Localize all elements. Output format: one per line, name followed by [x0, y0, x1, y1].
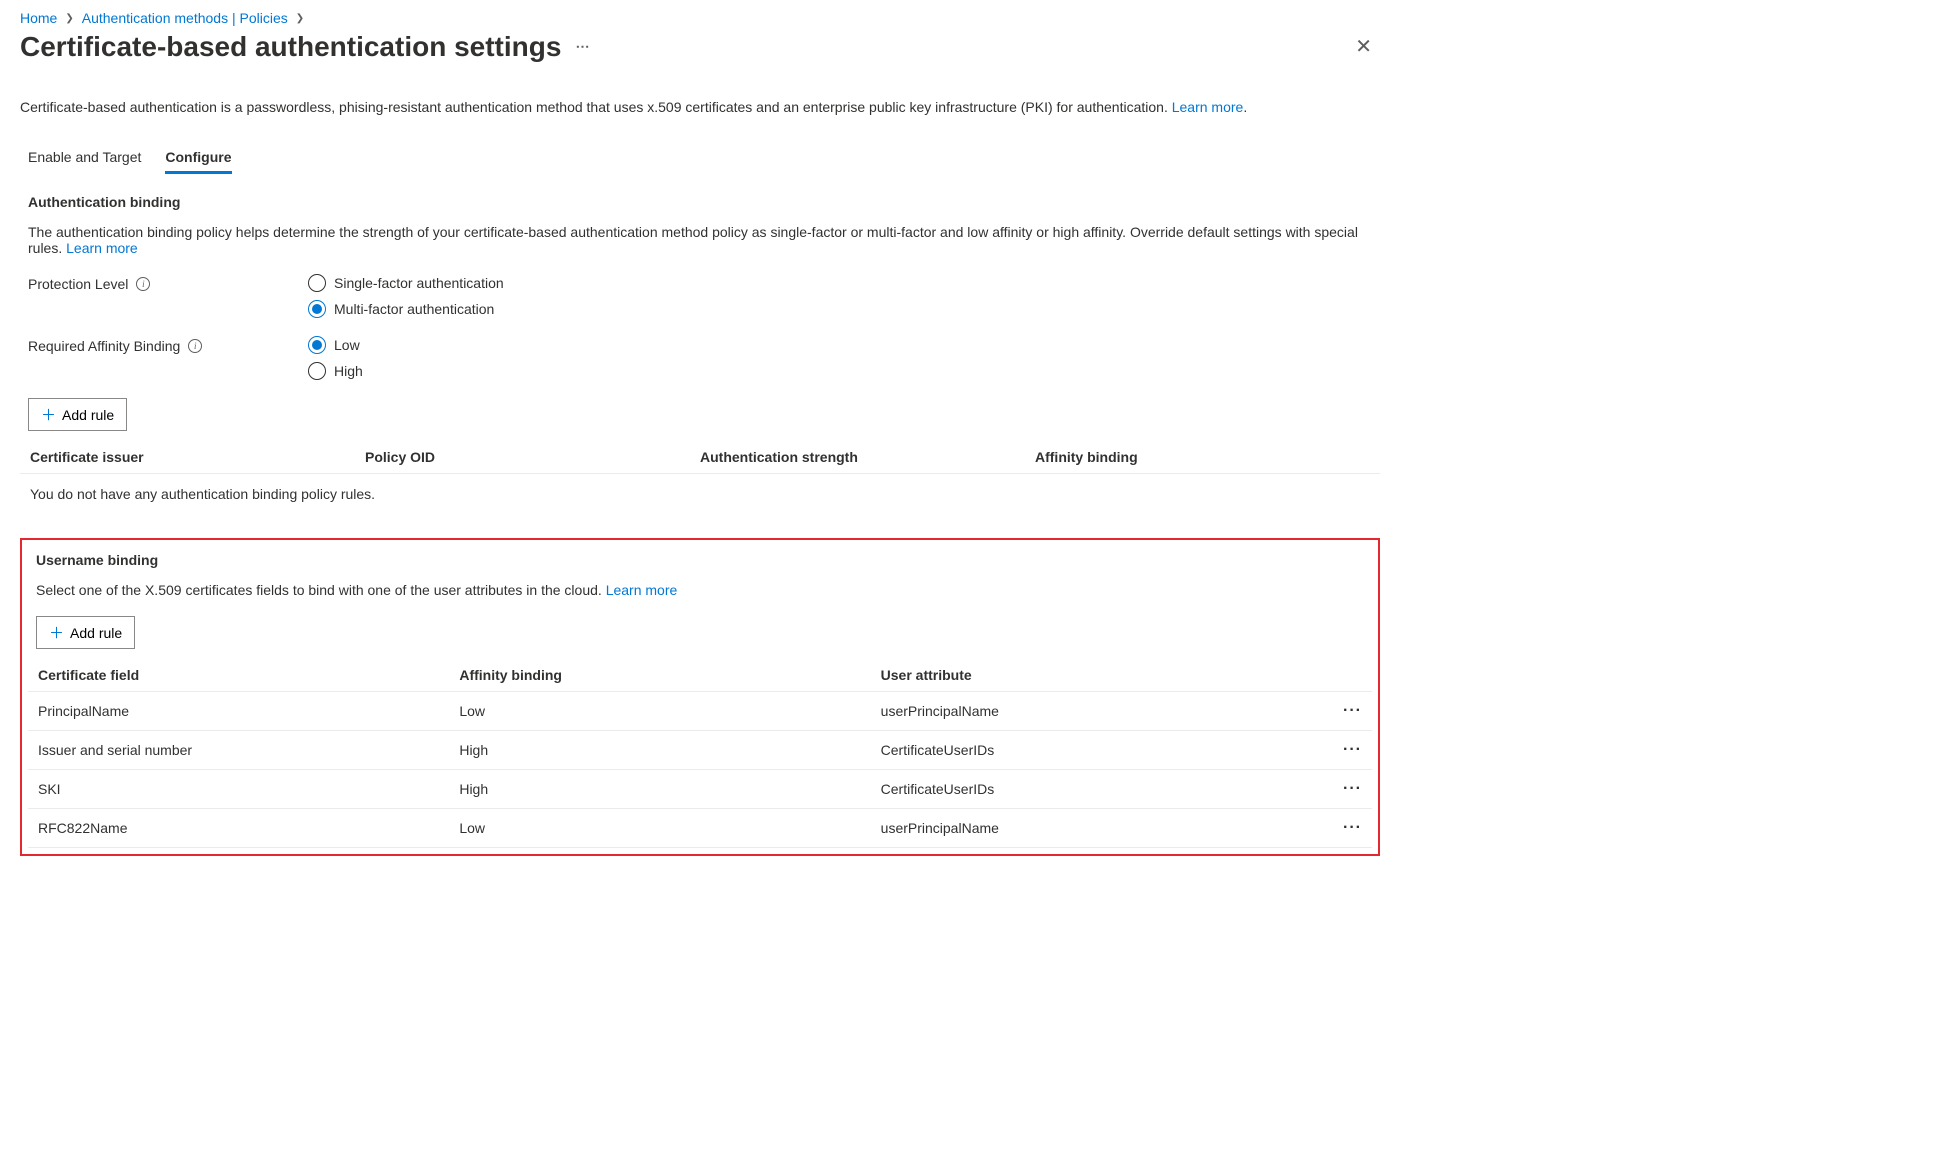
table-row[interactable]: PrincipalName Low userPrincipalName ··· [28, 692, 1372, 731]
auth-binding-desc-text: The authentication binding policy helps … [28, 224, 1358, 256]
radio-multi-factor[interactable]: Multi-factor authentication [308, 300, 504, 318]
tabs: Enable and Target Configure [20, 143, 1380, 174]
breadcrumb: Home ❯ Authentication methods | Policies… [20, 10, 1380, 26]
radio-high[interactable]: High [308, 362, 363, 380]
table-row[interactable]: Issuer and serial number High Certificat… [28, 731, 1372, 770]
breadcrumb-home[interactable]: Home [20, 10, 57, 26]
cell-user-attr: CertificateUserIDs [881, 781, 1302, 797]
page-description: Certificate-based authentication is a pa… [20, 99, 1380, 115]
add-rule-button-username-binding[interactable]: ＋ Add rule [36, 616, 135, 649]
row-more-icon[interactable]: ··· [1343, 741, 1362, 758]
radio-icon [308, 274, 326, 292]
add-rule-button-auth-binding[interactable]: ＋ Add rule [28, 398, 127, 431]
cell-cert-field: RFC822Name [38, 820, 459, 836]
protection-level-row: Protection Level i Single-factor authent… [20, 274, 1380, 318]
add-rule-label: Add rule [62, 407, 114, 423]
cell-user-attr: userPrincipalName [881, 703, 1302, 719]
col-policy-oid: Policy OID [365, 449, 700, 465]
required-affinity-label: Required Affinity Binding [28, 338, 180, 354]
tab-enable-target[interactable]: Enable and Target [28, 143, 141, 174]
table-row[interactable]: RFC822Name Low userPrincipalName ··· [28, 809, 1372, 848]
close-icon[interactable]: ✕ [1347, 30, 1380, 63]
radio-multi-factor-label: Multi-factor authentication [334, 301, 494, 317]
radio-icon [308, 300, 326, 318]
username-binding-desc-text: Select one of the X.509 certificates fie… [36, 582, 602, 598]
cell-cert-field: PrincipalName [38, 703, 459, 719]
radio-single-factor-label: Single-factor authentication [334, 275, 504, 291]
more-icon[interactable]: ⋯ [575, 38, 590, 55]
row-more-icon[interactable]: ··· [1343, 819, 1362, 836]
username-binding-table: Certificate field Affinity binding User … [28, 659, 1372, 848]
chevron-right-icon: ❯ [65, 13, 73, 24]
radio-high-label: High [334, 363, 363, 379]
username-binding-title: Username binding [28, 552, 1372, 568]
plus-icon: ＋ [41, 404, 56, 425]
required-affinity-row: Required Affinity Binding i Low High [20, 336, 1380, 380]
info-icon[interactable]: i [188, 339, 202, 353]
cell-cert-field: Issuer and serial number [38, 742, 459, 758]
learn-more-link[interactable]: Learn more [1172, 99, 1244, 115]
protection-level-label: Protection Level [28, 276, 128, 292]
add-rule-label: Add rule [70, 625, 122, 641]
cell-user-attr: CertificateUserIDs [881, 742, 1302, 758]
radio-low-label: Low [334, 337, 360, 353]
auth-binding-learn-more[interactable]: Learn more [66, 240, 138, 256]
cell-affinity: Low [459, 820, 880, 836]
auth-binding-table: Certificate issuer Policy OID Authentica… [20, 441, 1380, 514]
page-title-text: Certificate-based authentication setting… [20, 31, 561, 63]
col-certificate-field: Certificate field [38, 667, 459, 683]
breadcrumb-auth-methods[interactable]: Authentication methods | Policies [82, 10, 288, 26]
auth-binding-title: Authentication binding [20, 194, 1380, 210]
username-binding-learn-more[interactable]: Learn more [606, 582, 678, 598]
radio-single-factor[interactable]: Single-factor authentication [308, 274, 504, 292]
table-row[interactable]: SKI High CertificateUserIDs ··· [28, 770, 1372, 809]
username-binding-section: Username binding Select one of the X.509… [20, 538, 1380, 856]
row-more-icon[interactable]: ··· [1343, 702, 1362, 719]
tab-configure[interactable]: Configure [165, 143, 231, 174]
auth-binding-desc: The authentication binding policy helps … [20, 224, 1380, 256]
info-icon[interactable]: i [136, 277, 150, 291]
cell-affinity: Low [459, 703, 880, 719]
plus-icon: ＋ [49, 622, 64, 643]
col-certificate-issuer: Certificate issuer [30, 449, 365, 465]
col-user-attribute: User attribute [881, 667, 1302, 683]
radio-icon [308, 362, 326, 380]
period: . [1243, 99, 1247, 115]
col-auth-strength: Authentication strength [700, 449, 1035, 465]
cell-cert-field: SKI [38, 781, 459, 797]
description-text: Certificate-based authentication is a pa… [20, 99, 1168, 115]
page-title: Certificate-based authentication setting… [20, 31, 590, 63]
cell-user-attr: userPrincipalName [881, 820, 1302, 836]
row-more-icon[interactable]: ··· [1343, 780, 1362, 797]
radio-icon [308, 336, 326, 354]
cell-affinity: High [459, 781, 880, 797]
col-affinity-binding: Affinity binding [1035, 449, 1370, 465]
auth-binding-empty: You do not have any authentication bindi… [20, 474, 1380, 514]
col-affinity-binding: Affinity binding [459, 667, 880, 683]
username-binding-desc: Select one of the X.509 certificates fie… [28, 582, 1372, 598]
cell-affinity: High [459, 742, 880, 758]
chevron-right-icon: ❯ [296, 13, 304, 24]
radio-low[interactable]: Low [308, 336, 363, 354]
